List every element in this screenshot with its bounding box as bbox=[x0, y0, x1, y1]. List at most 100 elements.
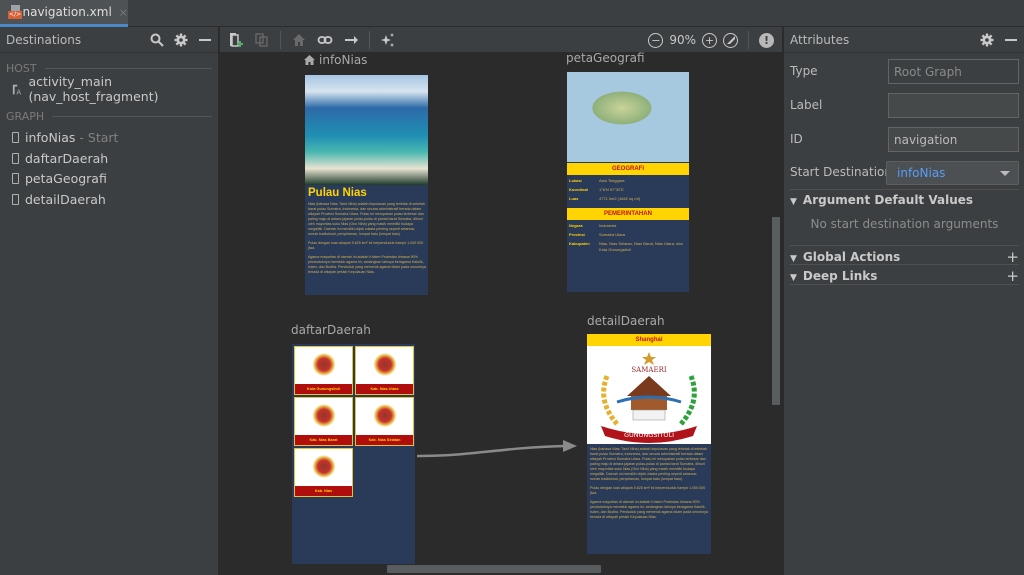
region-emblem bbox=[310, 351, 337, 381]
destination-screen-detaildaerah[interactable]: Shanghai SAMAERI GUNUNGSITOLI Nias (baha… bbox=[587, 334, 711, 554]
host-item-activity-main[interactable]: A activity_main (nav_host_fragment) bbox=[0, 74, 218, 104]
deep-links-header[interactable]: ▼ Deep Links + bbox=[790, 267, 1019, 285]
gov-row: Provinsi Sumatra Utara bbox=[569, 232, 626, 237]
label-row: Label bbox=[790, 98, 822, 112]
destination-label-petageografi[interactable]: petaGeografi bbox=[566, 51, 645, 65]
start-destination-home-icon bbox=[304, 55, 315, 65]
destination-name: infoNias bbox=[25, 130, 76, 146]
graph-section-label: GRAPH bbox=[6, 110, 45, 123]
vertical-scrollbar[interactable] bbox=[772, 217, 780, 405]
editor-tab-bar: </> navigation.xml × bbox=[0, 0, 1024, 27]
destinations-header: Destinations bbox=[0, 27, 218, 53]
host-item-label: activity_main (nav_host_fragment) bbox=[28, 74, 159, 105]
destination-name: daftarDaerah bbox=[25, 150, 109, 166]
zoom-in-button[interactable]: + bbox=[702, 32, 717, 48]
horizontal-scrollbar[interactable] bbox=[387, 565, 601, 573]
region-card: Kab. Nias bbox=[294, 448, 353, 497]
destination-screen-infonias[interactable]: Pulau Nias Nias (bahasa Nias: Tanö Niha)… bbox=[305, 75, 428, 295]
divider bbox=[790, 264, 1019, 265]
argument-default-values-header[interactable]: ▼ Argument Default Values bbox=[790, 193, 1019, 207]
host-activity-icon: A bbox=[12, 84, 21, 96]
divider bbox=[790, 245, 1019, 246]
new-destination-icon[interactable] bbox=[228, 32, 244, 48]
issues-warning-icon[interactable]: ! bbox=[759, 32, 774, 48]
divider bbox=[790, 284, 1019, 285]
zoom-controls: − 90% + ! bbox=[648, 31, 774, 49]
destination-item-daftardaerah[interactable]: daftarDaerah bbox=[0, 148, 218, 169]
toolbar-separator bbox=[369, 30, 370, 49]
gov-row: Negara Indonesia bbox=[569, 223, 617, 228]
magic-wand-icon[interactable] bbox=[380, 32, 396, 48]
search-icon[interactable] bbox=[150, 33, 164, 47]
gunungsitoli-emblem: SAMAERI GUNUNGSITOLI bbox=[587, 346, 711, 444]
attributes-panel: Attributes Type Root Graph Label ID navi… bbox=[783, 27, 1024, 575]
fragment-icon bbox=[12, 193, 19, 205]
destination-item-petageografi[interactable]: petaGeografi bbox=[0, 169, 218, 190]
fragment-icon bbox=[12, 173, 19, 185]
destination-item-infonias[interactable]: infoNias - Start bbox=[0, 128, 218, 149]
graph-section-header: GRAPH bbox=[0, 106, 218, 128]
region-card-label: Kab. Nias bbox=[295, 486, 352, 496]
region-emblem bbox=[371, 351, 398, 381]
nested-graph-icon[interactable] bbox=[254, 32, 270, 48]
attributes-header: Attributes bbox=[784, 27, 1024, 53]
assign-start-icon[interactable] bbox=[291, 32, 307, 48]
gear-icon[interactable] bbox=[980, 33, 994, 47]
zoom-out-button[interactable]: − bbox=[648, 32, 664, 48]
section-banner: PEMERINTAHAN bbox=[567, 208, 689, 220]
tab-filename: navigation.xml bbox=[22, 5, 112, 19]
close-tab-icon[interactable]: × bbox=[119, 6, 128, 19]
toolbar-separator bbox=[280, 30, 281, 49]
fragment-icon bbox=[12, 132, 19, 144]
zoom-to-fit-button[interactable] bbox=[723, 32, 738, 48]
destination-label-infonias[interactable]: infoNias bbox=[304, 53, 367, 67]
region-emblem bbox=[310, 402, 337, 432]
region-card-label: Kab. Nias Barat bbox=[295, 435, 352, 445]
destination-label-daftardaerah[interactable]: daftarDaerah bbox=[291, 323, 371, 337]
geo-row: Lokasi Asia Tenggara bbox=[569, 178, 625, 183]
destination-name: infoNias bbox=[319, 53, 368, 67]
action-arrow-daftar-to-detail[interactable] bbox=[415, 432, 585, 462]
destination-screen-petageografi[interactable]: GEOGRAFI Lokasi Asia Tenggara Koordinat 1°… bbox=[567, 72, 689, 292]
destinations-panel: Destinations HOST A activity_main (nav_h… bbox=[0, 27, 219, 575]
region-card-label: Kab. Nias Selatan bbox=[356, 435, 413, 445]
svg-text:SAMAERI: SAMAERI bbox=[631, 366, 666, 374]
add-deep-link-icon[interactable]: + bbox=[1006, 267, 1019, 285]
region-card: Kab. Nias Utara bbox=[355, 346, 414, 395]
collapse-triangle-icon: ▼ bbox=[790, 254, 797, 264]
section-title: Deep Links bbox=[802, 269, 878, 283]
type-row: Type bbox=[790, 64, 818, 78]
start-destination-dropdown[interactable]: infoNias bbox=[886, 161, 1019, 185]
destination-label-detaildaerah[interactable]: detailDaerah bbox=[587, 314, 665, 328]
detail-header: Shanghai bbox=[587, 334, 711, 346]
deep-link-icon[interactable] bbox=[317, 32, 333, 48]
minimize-icon[interactable] bbox=[1004, 33, 1018, 47]
xml-file-icon: </> bbox=[8, 5, 22, 19]
host-section-label: HOST bbox=[6, 61, 37, 75]
auto-arrange-icon[interactable] bbox=[343, 32, 359, 48]
svg-text:A: A bbox=[16, 88, 21, 96]
graph-canvas[interactable]: − 90% + ! infoNias Pulau Nias Nias (baha… bbox=[220, 27, 782, 575]
gear-icon[interactable] bbox=[174, 33, 188, 47]
editor-tab-navigation-xml[interactable]: </> navigation.xml × bbox=[0, 0, 128, 27]
minimize-icon[interactable] bbox=[198, 33, 212, 47]
region-emblem bbox=[371, 402, 398, 432]
destination-item-detaildaerah[interactable]: detailDaerah bbox=[0, 189, 218, 210]
geo-row: Luas 4771 km2 (1842 sq mi) bbox=[569, 196, 640, 201]
region-emblem bbox=[310, 453, 337, 483]
destinations-title: Destinations bbox=[6, 32, 82, 47]
nias-map-image bbox=[567, 72, 689, 162]
label-input[interactable] bbox=[888, 93, 1019, 118]
type-label: Type bbox=[790, 64, 818, 78]
id-input[interactable]: navigation bbox=[888, 127, 1019, 152]
canvas-toolbar: − 90% + ! bbox=[220, 27, 782, 53]
geo-row: Koordinat 1°6'N 97°32'E bbox=[569, 187, 624, 192]
region-card-label: Kota Gunungsitoli bbox=[295, 384, 352, 394]
gov-row: Kabupaten Nias, Nias Selatan, Nias Barat,… bbox=[569, 241, 683, 252]
start-suffix: - Start bbox=[75, 130, 119, 146]
region-card: Kab. Nias Selatan bbox=[355, 397, 414, 446]
section-banner: GEOGRAFI bbox=[567, 163, 689, 175]
fit-screen-icon bbox=[726, 36, 735, 44]
destination-screen-daftardaerah[interactable]: Kota Gunungsitoli Kab. Nias Utara Kab. N… bbox=[292, 344, 415, 564]
divider bbox=[790, 189, 1019, 190]
